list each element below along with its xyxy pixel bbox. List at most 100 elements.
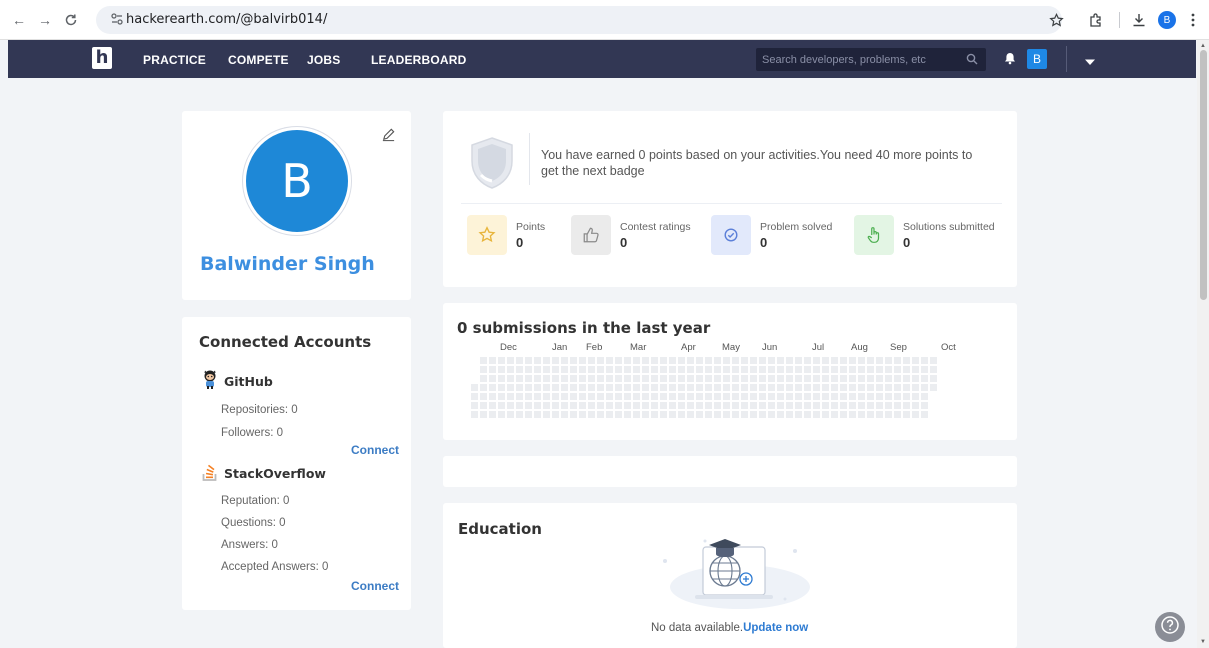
notification-bell-icon[interactable] xyxy=(1004,52,1018,66)
heatmap-cell xyxy=(651,393,658,400)
education-no-data-text: No data available. xyxy=(651,622,744,634)
page-scrollbar[interactable]: ▲ ▼ xyxy=(1197,40,1209,648)
heatmap-cell xyxy=(498,357,505,364)
caret-down-icon[interactable] xyxy=(1084,53,1096,65)
heatmap-cell xyxy=(768,366,775,373)
update-now-link[interactable]: Update now xyxy=(743,622,808,634)
heatmap-cell xyxy=(732,384,739,391)
month-label: Feb xyxy=(586,342,603,353)
heatmap-cell xyxy=(903,384,910,391)
heatmap-cell xyxy=(525,375,532,382)
heatmap-cell xyxy=(714,384,721,391)
heatmap-cell xyxy=(723,384,730,391)
forward-arrow-icon[interactable]: → xyxy=(36,11,54,29)
address-bar[interactable]: hackerearth.com/@balvirb014/ xyxy=(96,6,1062,34)
scroll-up-arrow-icon[interactable]: ▲ xyxy=(1199,42,1207,50)
heatmap-cell xyxy=(615,384,622,391)
back-arrow-icon[interactable]: ← xyxy=(10,11,28,29)
nav-jobs[interactable]: JOBS xyxy=(307,53,340,67)
nav-leaderboard[interactable]: LEADERBOARD xyxy=(371,53,467,67)
heatmap-cell xyxy=(480,366,487,373)
download-icon[interactable] xyxy=(1129,10,1149,30)
heatmap-cell xyxy=(894,357,901,364)
nav-compete[interactable]: COMPETE xyxy=(228,53,289,67)
extensions-icon[interactable] xyxy=(1086,10,1106,30)
heatmap-cell xyxy=(507,411,514,418)
heatmap-cell xyxy=(498,411,505,418)
heatmap-cell xyxy=(678,393,685,400)
month-label: Jun xyxy=(762,342,778,353)
stackoverflow-connect-link[interactable]: Connect xyxy=(351,579,399,593)
heatmap-cell xyxy=(714,357,721,364)
heatmap-cell xyxy=(552,402,559,409)
heatmap-cell xyxy=(588,384,595,391)
heatmap-cell xyxy=(669,357,676,364)
stat-contest-ratings-value: 0 xyxy=(620,235,628,250)
heatmap-cell xyxy=(606,366,613,373)
reload-icon[interactable] xyxy=(62,11,80,29)
heatmap-cell xyxy=(570,393,577,400)
browser-profile-avatar[interactable]: B xyxy=(1158,11,1176,29)
heatmap-cell xyxy=(498,402,505,409)
heatmap-cell xyxy=(930,375,937,382)
github-followers: Followers: 0 xyxy=(221,427,283,439)
heatmap-cell xyxy=(543,393,550,400)
heatmap-cell xyxy=(597,375,604,382)
heatmap-cell xyxy=(894,384,901,391)
heatmap-cell xyxy=(741,402,748,409)
heatmap-cell xyxy=(804,366,811,373)
heatmap-cell xyxy=(516,411,523,418)
search-input[interactable] xyxy=(762,48,962,71)
edit-pencil-icon[interactable] xyxy=(381,127,397,143)
heatmap-cell xyxy=(912,357,919,364)
nav-practice[interactable]: PRACTICE xyxy=(143,53,206,67)
user-avatar-button[interactable]: B xyxy=(1027,49,1047,69)
heatmap-cell xyxy=(534,393,541,400)
heatmap-cell xyxy=(912,366,919,373)
heatmap-cell xyxy=(768,402,775,409)
heatmap-cell xyxy=(930,366,937,373)
scrollbar-thumb[interactable] xyxy=(1200,50,1207,300)
help-button[interactable] xyxy=(1155,612,1185,642)
heatmap-cell xyxy=(822,375,829,382)
heatmap-cell xyxy=(768,375,775,382)
heatmap-cell xyxy=(759,366,766,373)
github-octocat-icon xyxy=(202,370,218,393)
heatmap-cell xyxy=(723,357,730,364)
profile-name[interactable]: Balwinder Singh xyxy=(200,253,375,275)
menu-dots-icon[interactable] xyxy=(1183,10,1203,30)
heatmap-cell xyxy=(741,366,748,373)
heatmap-cell xyxy=(741,384,748,391)
heatmap-cell xyxy=(516,366,523,373)
heatmap-cell xyxy=(885,375,892,382)
scroll-down-arrow-icon[interactable]: ▼ xyxy=(1199,638,1207,646)
heatmap-cell xyxy=(534,411,541,418)
bookmark-star-icon[interactable] xyxy=(1046,10,1066,30)
hackerearth-logo[interactable]: h xyxy=(92,47,112,69)
heatmap-cell xyxy=(678,411,685,418)
heatmap-cell xyxy=(498,366,505,373)
check-circle-icon xyxy=(711,215,751,255)
heatmap-cell xyxy=(687,393,694,400)
heatmap-cell xyxy=(624,357,631,364)
heatmap-cell xyxy=(714,393,721,400)
heatmap-cell xyxy=(489,366,496,373)
heatmap-cell xyxy=(552,384,559,391)
heatmap-cell xyxy=(903,402,910,409)
profile-card: B Balwinder Singh xyxy=(182,111,411,300)
search-icon[interactable] xyxy=(966,52,980,66)
heatmap-cell xyxy=(480,375,487,382)
heatmap-cell xyxy=(858,357,865,364)
heatmap-cell xyxy=(633,375,640,382)
heatmap-cell xyxy=(831,384,838,391)
site-settings-icon[interactable] xyxy=(110,12,126,28)
education-title: Education xyxy=(458,520,542,538)
heatmap-cell xyxy=(867,375,874,382)
heatmap-cell xyxy=(516,384,523,391)
heatmap-cell xyxy=(723,366,730,373)
heatmap-cell xyxy=(660,366,667,373)
heatmap-cell xyxy=(687,411,694,418)
github-connect-link[interactable]: Connect xyxy=(351,443,399,457)
heatmap-cell xyxy=(840,357,847,364)
heatmap-cell xyxy=(921,384,928,391)
